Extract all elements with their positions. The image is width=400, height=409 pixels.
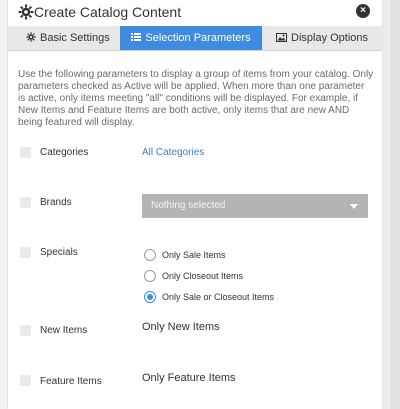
gear-icon [18,4,34,20]
feature-items-label: Feature Items [40,376,102,387]
selection-parameters-panel: Use the following parameters to display … [8,51,382,409]
brands-select-value: Nothing selected [151,200,226,211]
image-icon [276,32,287,42]
gear-icon [26,32,36,42]
tab-label: Display Options [291,32,369,44]
tab-label: Basic Settings [40,32,110,44]
brands-label: Brands [40,197,72,208]
radio-label-only-closeout-items: Only Closeout Items [162,271,244,281]
brands-select[interactable]: Nothing selected [142,194,368,218]
specials-checkbox[interactable] [20,247,31,258]
all-categories-link[interactable]: All Categories [142,147,204,158]
dialog-title: Create Catalog Content [34,4,182,20]
radio-only-closeout-items[interactable] [144,270,156,282]
new-items-label: New Items [40,325,88,336]
close-icon: × [360,5,366,16]
chevron-down-icon [350,204,358,209]
brands-checkbox[interactable] [20,197,31,208]
categories-checkbox[interactable] [20,147,31,158]
close-button[interactable]: × [356,4,370,18]
radio-label-only-sale-or-closeout-items: Only Sale or Closeout Items [162,292,275,302]
page-scrollbar-track[interactable] [390,0,400,409]
new-items-checkbox[interactable] [20,325,31,336]
tab-bar: Basic Settings Selection Parameters Disp… [8,26,382,51]
tab-label: Selection Parameters [145,32,251,44]
specials-label: Specials [40,247,78,258]
create-catalog-dialog: Create Catalog Content × Basic Settings … [8,0,382,409]
list-icon [131,33,142,42]
feature-items-checkbox[interactable] [20,375,31,386]
feature-items-value: Only Feature Items [142,372,236,384]
tab-display-options[interactable]: Display Options [276,26,382,50]
intro-text: Use the following parameters to display … [18,69,374,128]
tab-basic-settings[interactable]: Basic Settings [26,26,120,50]
page-scrollbar-area [382,0,400,409]
radio-label-only-sale-items: Only Sale Items [162,250,226,260]
radio-only-sale-items[interactable] [144,249,156,261]
categories-label: Categories [40,147,89,158]
dialog-titlebar: Create Catalog Content × [8,0,382,24]
new-items-value: Only New Items [142,321,220,333]
tab-selection-parameters[interactable]: Selection Parameters [120,26,262,50]
radio-only-sale-or-closeout-items[interactable] [144,291,156,303]
